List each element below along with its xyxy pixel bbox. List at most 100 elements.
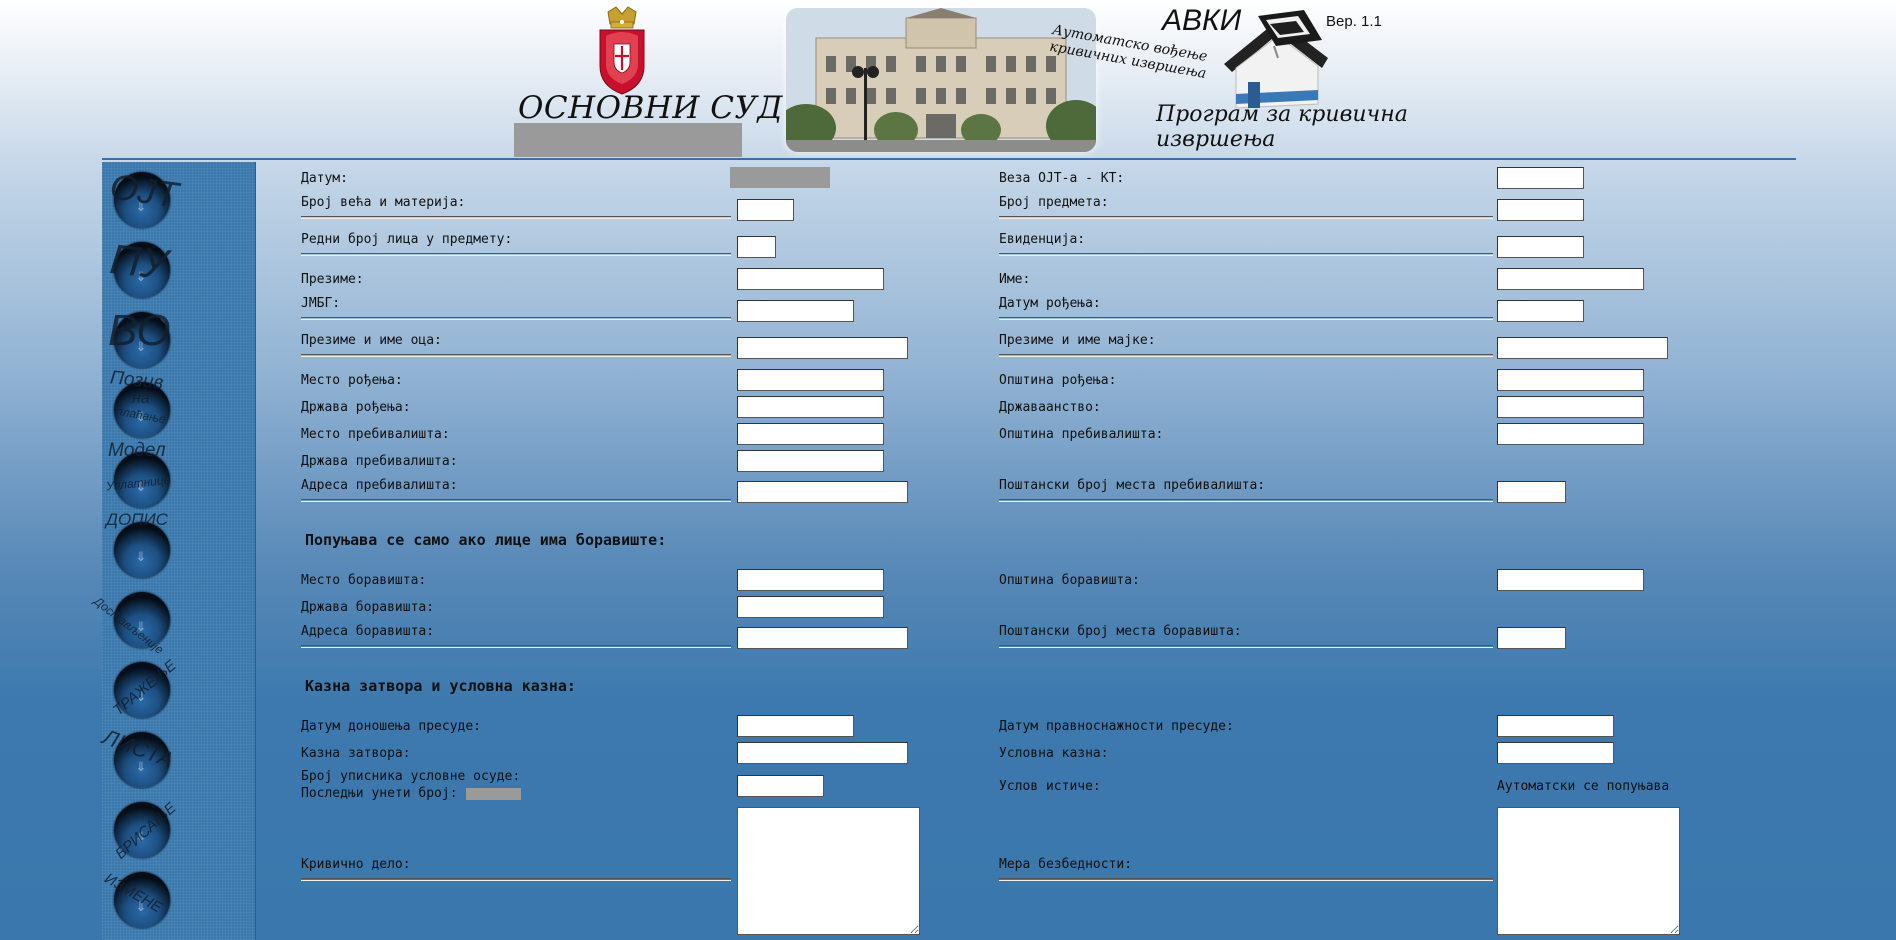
house-logo-icon	[1218, 8, 1333, 116]
section-kazna-title: Казна затвора и условна казна:	[305, 677, 576, 695]
prezime-oca-input[interactable]	[737, 337, 908, 359]
label-drzava-preb: Држава пребивалишта:	[301, 454, 458, 469]
label-mesto-preb: Место пребивалишта:	[301, 427, 450, 442]
prezime-input[interactable]	[737, 268, 884, 290]
label-drzava-borav: Држава боравишта:	[301, 600, 435, 615]
label-drzavljanstvo: Државаанство:	[999, 400, 1101, 415]
divider	[999, 354, 1493, 357]
datum-rodjenja-input[interactable]	[1497, 300, 1584, 322]
redni-broj-input[interactable]	[737, 236, 776, 258]
label-veza: Веза ОЈТ-а - КТ:	[999, 171, 1125, 186]
label-uslovna-kazna: Условна казна:	[999, 746, 1109, 761]
court-name-field	[514, 123, 742, 157]
divider	[301, 878, 731, 881]
label-adresa-preb: Адреса пребивалишта:	[301, 478, 458, 493]
drzava-prebivalista-input[interactable]	[737, 450, 884, 472]
broj-upisnika-input[interactable]	[737, 775, 824, 797]
label-krivicno-delo: Кривично дело:	[301, 857, 411, 872]
program-title-line1: Програм за кривична	[1156, 102, 1408, 127]
divider	[999, 216, 1493, 219]
label-opstina-rodjenja: Општина рођења:	[999, 373, 1117, 388]
sidebar: ⇓ ОЈТ ⇓ ПУ ⇓ ВО ⇓ Позив на плаћање ⇓ Мод…	[91, 162, 256, 940]
postanski-broj-boravista-input[interactable]	[1497, 627, 1566, 649]
label-postanski-borav: Поштански број места боравишта:	[999, 624, 1242, 639]
broj-predmeta-input[interactable]	[1497, 199, 1584, 221]
opstina-rodjenja-input[interactable]	[1497, 369, 1644, 391]
label-datum-pravosnaznosti: Датум правноснажности пресуде:	[999, 719, 1234, 734]
mera-bezbednosti-textarea[interactable]	[1497, 807, 1680, 935]
label-ime: Име:	[999, 272, 1031, 287]
datum-presude-input[interactable]	[737, 715, 854, 737]
mesto-boravista-input[interactable]	[737, 569, 884, 591]
label-uslov-istice: Услов истиче:	[999, 779, 1101, 794]
label-mera-bezbednosti: Мера безбедности:	[999, 857, 1133, 872]
sidebar-item-dopis[interactable]: ⇓ ДОПИС	[106, 510, 176, 578]
datum-pravosnaznosti-input[interactable]	[1497, 715, 1614, 737]
label-prezime: Презиме:	[301, 272, 364, 287]
sidebar-item-trazenje[interactable]: ⇓ ТРАЖЕЊЕ	[106, 656, 180, 719]
drzavljanstvo-input[interactable]	[1497, 396, 1644, 418]
arrow-icon: ⇓	[135, 550, 147, 565]
ime-input[interactable]	[1497, 268, 1644, 290]
label-poslednji-broj: Последњи унети број:	[301, 786, 458, 801]
divider	[999, 317, 1493, 320]
label-jmbg: ЈМБГ:	[301, 296, 341, 311]
adresa-boravista-input[interactable]	[737, 627, 908, 649]
sidebar-item-ojt[interactable]: ⇓ ОЈТ	[106, 165, 181, 228]
sidebar-item-brisanje[interactable]: ⇓ БРИСАЊЕ	[106, 796, 180, 862]
divider	[301, 317, 731, 320]
broj-veca-input[interactable]	[737, 199, 794, 221]
sidebar-item-poziv[interactable]: ⇓ Позив на плаћање	[106, 367, 176, 438]
uslovna-kazna-input[interactable]	[1497, 742, 1614, 764]
uslov-istice-auto-text: Аутоматски се попуњава	[1497, 779, 1670, 794]
divider	[999, 499, 1493, 502]
evidencija-input[interactable]	[1497, 236, 1584, 258]
veza-ojt-kt-input[interactable]	[1497, 167, 1584, 189]
sidebar-item-dostava[interactable]: ⇓ Достављеније	[91, 586, 176, 657]
krivicno-delo-textarea[interactable]	[737, 807, 920, 935]
label-broj-predmeta: Број предмета:	[999, 195, 1109, 210]
divider	[301, 354, 731, 357]
label-datum-presude: Датум доношења пресуде:	[301, 719, 482, 734]
program-title-line2: извршења	[1156, 127, 1276, 152]
coat-of-arms-icon	[594, 6, 650, 96]
sidebar-item-label: ПУ	[107, 235, 170, 288]
prezime-majke-input[interactable]	[1497, 337, 1668, 359]
label-evidencija: Евиденција:	[999, 232, 1086, 247]
datum-field	[730, 167, 830, 188]
sidebar-item-label: ДОПИС	[106, 510, 168, 529]
mesto-rodjenja-input[interactable]	[737, 369, 884, 391]
label-adresa-borav: Адреса боравишта:	[301, 624, 435, 639]
postanski-broj-prebivalista-input[interactable]	[1497, 481, 1566, 503]
label-postanski-preb: Поштански број места пребивалишта:	[999, 478, 1266, 493]
sidebar-item-lista[interactable]: ⇓ ЛИСТА	[99, 724, 177, 788]
opstina-boravista-input[interactable]	[1497, 569, 1644, 591]
court-building-image	[786, 8, 1096, 152]
program-title: Програм за кривична извршења	[1156, 102, 1408, 152]
divider	[301, 645, 731, 648]
divider	[301, 253, 731, 256]
sidebar-item-pu[interactable]: ⇓ ПУ	[106, 235, 176, 298]
sidebar-item-model[interactable]: ⇓ Модел Уплатнице	[105, 440, 176, 508]
label-drzava-rodjenja: Држава рођења:	[301, 400, 411, 415]
sidebar-item-sublabel: на	[132, 390, 150, 407]
sidebar-item-izmene[interactable]: ⇓ ИЗМЕНЕ	[102, 866, 176, 928]
adresa-prebivalista-input[interactable]	[737, 481, 908, 503]
header-divider	[102, 158, 1796, 160]
drzava-boravista-input[interactable]	[737, 596, 884, 618]
jmbg-input[interactable]	[737, 300, 854, 322]
sidebar-item-vo[interactable]: ⇓ ВО	[106, 306, 176, 368]
section-boraviste-title: Попуњава се само ако лице има боравиште:	[305, 531, 667, 549]
opstina-prebivalista-input[interactable]	[1497, 423, 1644, 445]
divider	[301, 499, 731, 502]
label-redni-broj: Редни број лица у предмету:	[301, 232, 513, 247]
sidebar-item-label: ВО	[108, 306, 171, 355]
mesto-prebivalista-input[interactable]	[737, 423, 884, 445]
drzava-rodjenja-input[interactable]	[737, 396, 884, 418]
label-opstina-preb: Општина пребивалишта:	[999, 427, 1164, 442]
label-broj-upisnika: Број уписника условне осуде:	[301, 769, 521, 784]
label-mesto-borav: Место боравишта:	[301, 573, 427, 588]
kazna-zatvora-input[interactable]	[737, 742, 908, 764]
label-prezime-oca: Презиме и име оца:	[301, 333, 442, 348]
divider	[999, 878, 1493, 881]
